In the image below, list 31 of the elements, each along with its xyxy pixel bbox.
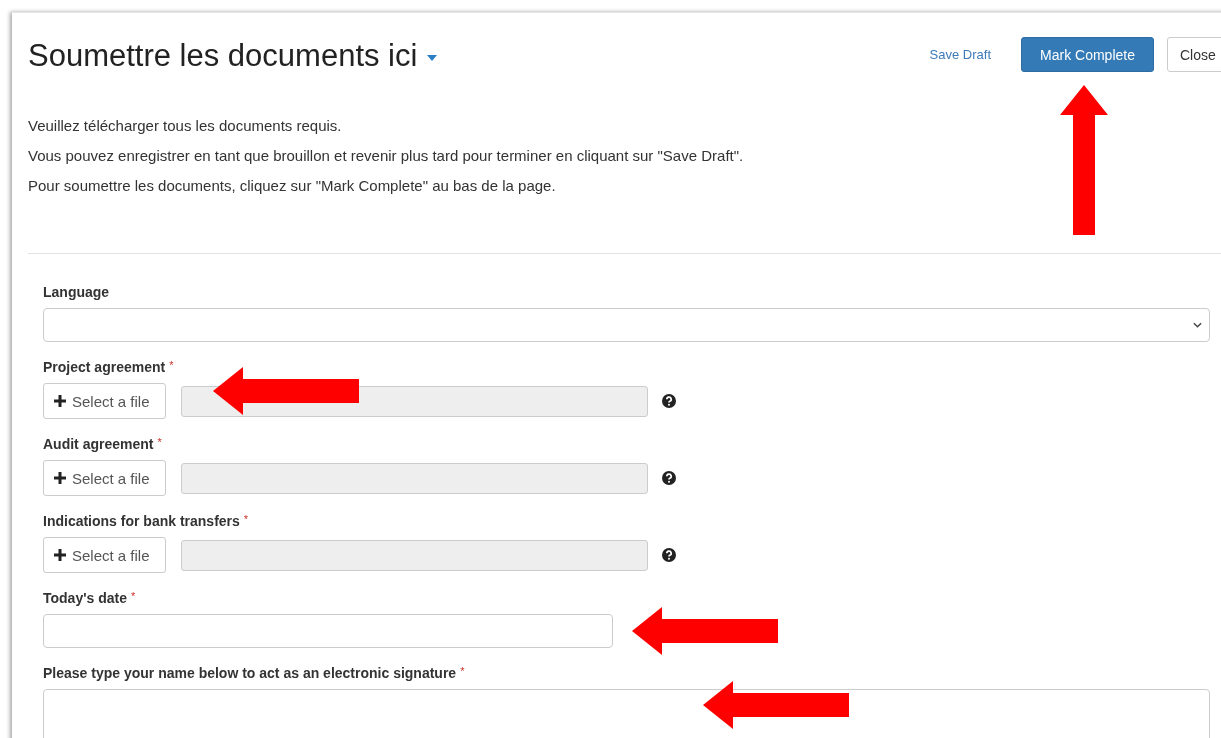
close-button[interactable]: Close: [1167, 37, 1221, 72]
instruction-text: Pour soumettre les documents, cliquez sur "Mark Complete" au bas de la page.: [28, 176, 557, 196]
required-asterisk: *: [243, 512, 249, 526]
field-label: Please type your name below to act as an electronic signature: [43, 664, 457, 682]
page-title: Soumettre les documents ici: [28, 37, 418, 75]
chevron-down-icon: [1193, 322, 1202, 328]
help-icon[interactable]: [662, 394, 676, 408]
select-file-button[interactable]: Select a file: [43, 537, 166, 573]
caret-icon[interactable]: [427, 55, 438, 61]
plus-icon: [54, 472, 66, 484]
save-draft-link[interactable]: Save Draft: [916, 37, 1004, 72]
select-file-button[interactable]: Select a file: [43, 460, 166, 496]
help-icon[interactable]: [662, 471, 676, 485]
instruction-text: Veuillez télécharger tous les documents requis.: [28, 116, 343, 136]
help-icon[interactable]: [662, 548, 676, 562]
required-asterisk: *: [460, 664, 465, 678]
field-label: Language: [43, 283, 110, 301]
required-asterisk: *: [169, 358, 174, 372]
required-asterisk: *: [131, 589, 136, 603]
instruction-text: Vous pouvez enregistrer en tant que brouillon et revenir plus tard pour terminer en cliquant sur "Save Draft".: [28, 146, 745, 166]
field-label: Indications for bank transfers: [43, 512, 240, 530]
field-label: Audit agreement: [43, 435, 154, 453]
plus-icon: [54, 395, 66, 407]
mark-complete-button[interactable]: Mark Complete: [1021, 37, 1154, 72]
field-label: Today's date: [43, 589, 127, 607]
plus-icon: [54, 549, 66, 561]
signature-text-field[interactable]: [43, 689, 1210, 738]
date-input-field[interactable]: [43, 614, 613, 648]
select-file-button[interactable]: Select a file: [43, 383, 166, 419]
required-asterisk: *: [157, 435, 162, 449]
field-label: Project agreement: [43, 358, 166, 376]
